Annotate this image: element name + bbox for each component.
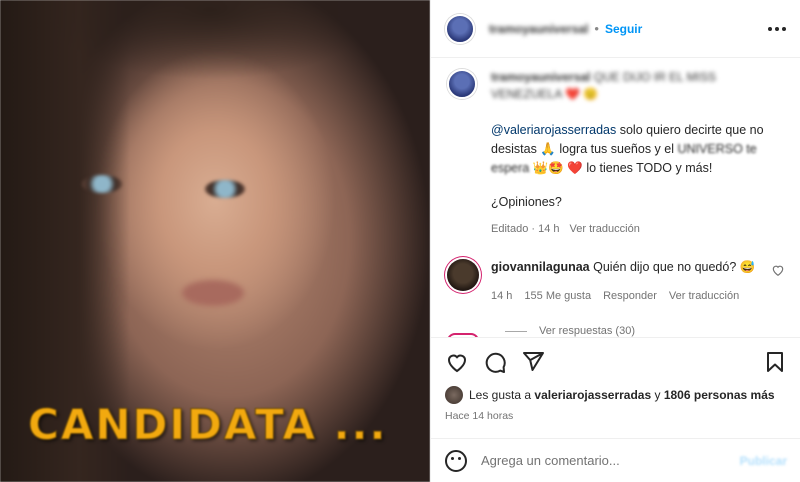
image-overlay-text: CANDIDATA ... [27,400,388,450]
comment-text: Quién dijo que no quedó? 😅 [589,260,756,274]
likes-count[interactable]: 1806 personas más [664,388,775,402]
likes-prefix: Les gusta a [469,388,535,402]
likes-summary: Les gusta a valeriarojasserradas y 1806 … [445,386,787,404]
view-replies[interactable]: Ver respuestas (30) [505,325,785,337]
publish-button[interactable]: Publicar [740,454,787,468]
caption-question: ¿Opiniones? [491,195,562,209]
comment-time: 14 h [491,290,513,302]
caption-author-avatar[interactable] [447,69,477,99]
more-options-icon[interactable] [768,26,786,31]
comment-bubble-icon[interactable] [483,350,507,374]
replies-line [505,330,527,332]
comment-like-heart-icon[interactable] [771,263,785,277]
add-comment-bar: Publicar [431,438,800,482]
share-send-icon[interactable] [521,350,545,374]
view-replies-label[interactable]: Ver respuestas (30) [539,325,635,337]
caption-text-part2: lo tienes TODO y más! [582,161,713,175]
likes-text: Les gusta a valeriarojasserradas y 1806 … [469,388,775,402]
caption-mention[interactable]: @valeriarojasserradas [491,123,616,137]
comments-area[interactable]: tramoyauniversal QUE DIJO IR EL MISS VEN… [431,59,800,337]
caption-headline-container: tramoyauniversal QUE DIJO IR EL MISS VEN… [491,69,785,103]
comment-meta: 14 h 155 Me gusta Responder Ver traducci… [491,288,759,305]
caption-author[interactable]: tramoyauniversal [491,70,590,84]
action-icons [445,350,787,374]
follow-button[interactable]: Seguir [605,22,642,36]
post-image[interactable]: CANDIDATA ... [0,0,430,482]
right-eye-shape [205,180,245,198]
comment-likes[interactable]: 155 Me gusta [524,288,591,305]
comment-translate-link[interactable]: Ver traducción [669,288,739,305]
caption-body: @valeriarojasserradas solo quiero decirt… [491,121,785,239]
author-avatar[interactable] [445,13,475,44]
like-heart-icon[interactable] [445,350,469,374]
caption-edited-time: Editado · 14 h [491,223,560,235]
separator-dot: • [594,21,599,36]
lips-shape [182,280,244,306]
caption: tramoyauniversal QUE DIJO IR EL MISS VEN… [447,69,785,103]
comment-item: giovannilagunaa Quién dijo que no quedó?… [447,259,785,305]
comment-body: giovannilagunaa Quién dijo que no quedó?… [491,259,759,305]
likes-user[interactable]: valeriarojasserradas [534,388,651,402]
comment-reply-button[interactable]: Responder [603,288,657,305]
commenter-avatar[interactable] [447,259,479,291]
bookmark-icon[interactable] [763,350,787,374]
emoji-icon[interactable] [445,449,467,472]
comment-input[interactable] [481,453,740,468]
liker-avatar[interactable] [445,386,463,404]
post-header: tramoyauniversal • Seguir [431,0,800,58]
caption-text-emojis: 👑🤩 ❤️ [529,161,583,175]
caption-translate-link[interactable]: Ver traducción [570,220,640,239]
caption-meta: Editado · 14 h Ver traducción [491,220,785,239]
commenter-username[interactable]: giovannilagunaa [491,260,590,274]
post-timestamp[interactable]: Hace 14 horas [445,410,787,422]
likes-middle: y [651,388,664,402]
post-actions: Les gusta a valeriarojasserradas y 1806 … [431,337,800,422]
author-username[interactable]: tramoyauniversal [489,22,588,36]
post-sidebar: tramoyauniversal • Seguir tramoyaunivers… [430,0,800,482]
left-eye-shape [82,175,122,193]
